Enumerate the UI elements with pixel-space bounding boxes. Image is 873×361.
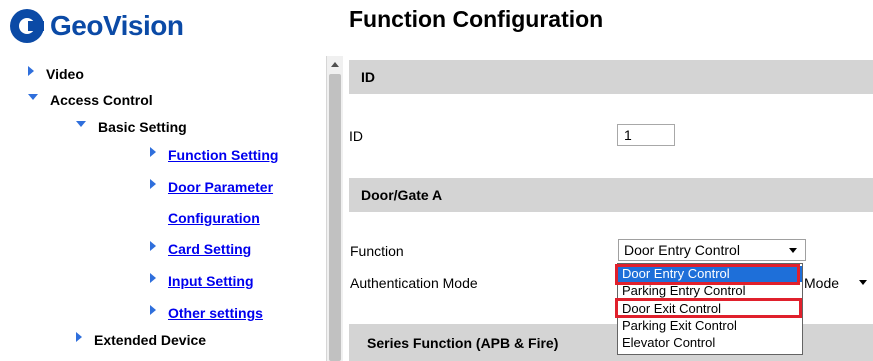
triangle-right-icon <box>150 305 156 315</box>
sidebar: GeoVision Video Access Control Basic Set… <box>0 0 326 361</box>
sidebar-item-basic-setting[interactable]: Basic Setting <box>76 119 187 135</box>
triangle-down-icon <box>28 94 38 100</box>
sidebar-item-other-settings[interactable]: Other settings <box>150 305 263 321</box>
scroll-up-button[interactable] <box>327 56 343 72</box>
sidebar-item-configuration[interactable]: Configuration <box>168 210 260 226</box>
arrow-up-icon <box>331 61 339 67</box>
sidebar-item-card-setting[interactable]: Card Setting <box>150 241 251 257</box>
page-title: Function Configuration <box>349 6 604 32</box>
section-header-door-gate-a: Door/Gate A <box>349 178 873 212</box>
sidebar-item-access-control[interactable]: Access Control <box>28 92 153 108</box>
function-select[interactable]: Door Entry Control <box>618 239 806 261</box>
sidebar-scrollbar[interactable] <box>326 56 343 361</box>
authentication-mode-select[interactable]: Mode <box>798 272 873 294</box>
triangle-right-icon <box>150 273 156 283</box>
triangle-right-icon <box>76 332 82 342</box>
triangle-right-icon <box>150 147 156 157</box>
triangle-right-icon <box>28 66 34 76</box>
function-label: Function <box>350 243 404 259</box>
highlight-door-entry-control <box>615 264 800 285</box>
section-header-id: ID <box>349 60 873 94</box>
sidebar-item-door-parameter[interactable]: Door Parameter <box>150 179 273 195</box>
triangle-right-icon <box>150 179 156 189</box>
logo-text: GeoVision <box>50 10 184 41</box>
dropdown-option-elevator-control[interactable]: Elevator Control <box>618 335 802 351</box>
geovision-logo-icon <box>10 9 44 43</box>
scroll-thumb[interactable] <box>329 74 341 361</box>
id-label: ID <box>349 128 363 144</box>
highlight-door-exit-control <box>615 298 802 318</box>
sidebar-item-video[interactable]: Video <box>28 66 84 82</box>
sidebar-item-input-setting[interactable]: Input Setting <box>150 273 254 289</box>
authentication-mode-label: Authentication Mode <box>350 275 478 291</box>
sidebar-item-function-setting[interactable]: Function Setting <box>150 147 278 163</box>
chevron-down-icon <box>789 248 797 253</box>
geovision-logo: GeoVision <box>10 4 184 48</box>
chevron-down-icon <box>859 280 867 285</box>
sidebar-item-extended-device[interactable]: Extended Device <box>76 332 206 348</box>
id-field[interactable] <box>617 124 675 146</box>
triangle-right-icon <box>150 241 156 251</box>
dropdown-option-parking-exit-control[interactable]: Parking Exit Control <box>618 318 802 334</box>
dropdown-option-parking-entry-control[interactable]: Parking Entry Control <box>618 283 802 299</box>
triangle-down-icon <box>76 121 86 127</box>
